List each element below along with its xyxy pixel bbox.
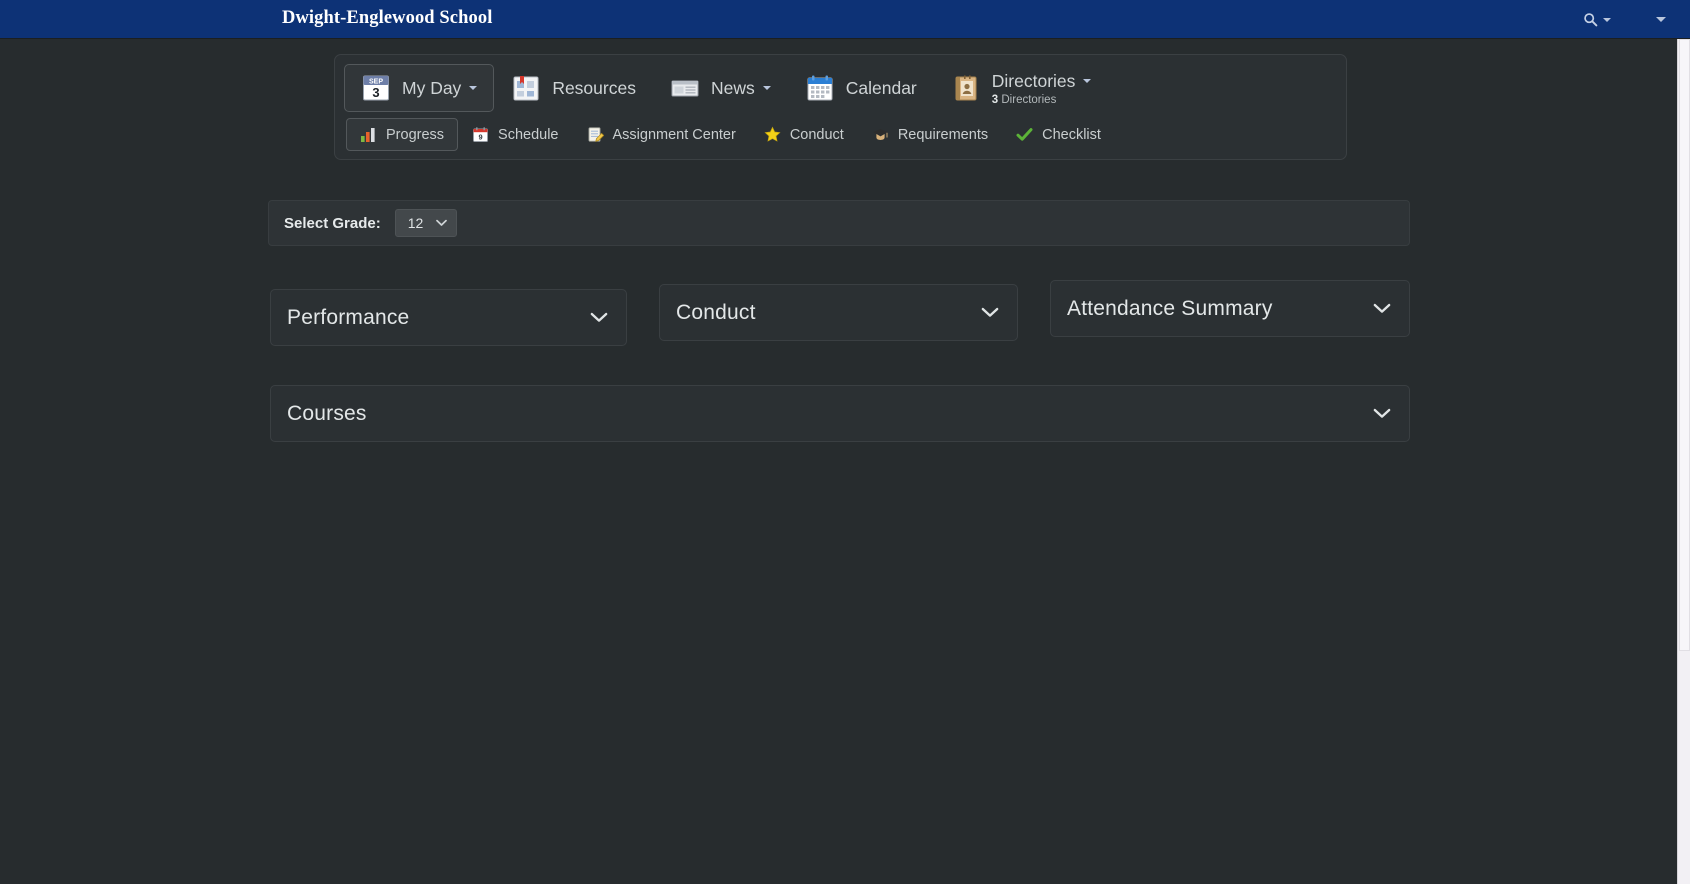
account-chevron-down-icon (1656, 17, 1666, 22)
select-grade-bar: Select Grade: 12 (268, 200, 1410, 246)
performance-chevron-down-icon (590, 312, 608, 322)
page-title: Dwight-Englewood School (282, 8, 493, 28)
directories-chevron-down-icon (1083, 79, 1092, 83)
subnav-label-progress: Progress (386, 126, 445, 143)
panel-courses[interactable]: Courses (270, 385, 1410, 442)
star-icon (764, 126, 781, 142)
brand-bar-actions (1583, 0, 1666, 39)
subnav-item-conduct[interactable]: Conduct (750, 118, 858, 151)
nav-label-my-day: My Day (402, 77, 462, 98)
attendance-summary-chevron-down-icon (1373, 303, 1391, 313)
my-day-chevron-down-icon (469, 86, 478, 90)
panel-title-performance: Performance (287, 305, 410, 329)
main-navigation: SEP 3 My Day Resources News Calendar Dir… (334, 54, 1347, 160)
search-button[interactable] (1583, 12, 1611, 27)
search-chevron-down-icon (1603, 17, 1611, 22)
scrollbar-thumb[interactable] (1679, 39, 1690, 651)
news-chevron-down-icon (762, 86, 771, 90)
nav-item-calendar[interactable]: Calendar (788, 64, 934, 112)
nav-label-calendar: Calendar (845, 77, 917, 98)
top-brand-bar: Dwight-Englewood School (0, 0, 1690, 39)
check-icon (1016, 128, 1033, 141)
vertical-scrollbar[interactable] (1677, 39, 1690, 884)
subnav-label-schedule: Schedule (498, 126, 559, 143)
grade-select-value: 12 (407, 215, 424, 231)
primary-nav: SEP 3 My Day Resources News Calendar Dir… (344, 64, 1337, 112)
calendar-red-icon: 9 (473, 127, 488, 142)
panel-conduct[interactable]: Conduct (659, 284, 1018, 341)
svg-text:9: 9 (478, 133, 482, 142)
calendar-icon (807, 75, 833, 101)
nav-label-resources: Resources (552, 77, 636, 98)
subnav-item-schedule[interactable]: 9 Schedule (458, 118, 572, 151)
calendar-icon-day: 3 (372, 85, 379, 100)
nav-item-my-day[interactable]: SEP 3 My Day (344, 64, 495, 112)
subnav-label-conduct: Conduct (789, 126, 844, 143)
address-book-icon (955, 75, 977, 101)
grade-select[interactable]: 12 (394, 209, 458, 237)
panel-title-conduct: Conduct (676, 300, 756, 324)
nav-item-news[interactable]: News (653, 64, 788, 112)
panel-title-courses: Courses (287, 401, 367, 425)
calendar-day-icon: SEP 3 (363, 75, 389, 101)
select-grade-label: Select Grade: (284, 214, 381, 232)
nav-item-resources[interactable]: Resources (494, 64, 653, 112)
grade-chevron-down-icon (436, 219, 448, 226)
subnav-item-requirements[interactable]: Requirements (858, 118, 1002, 151)
nav-label-directories: Directories (991, 70, 1076, 91)
subnav-item-checklist[interactable]: Checklist (1002, 118, 1115, 151)
resources-grid-icon (513, 76, 539, 101)
bar-chart-icon (361, 128, 375, 142)
nav-item-directories[interactable]: Directories 3 Directories (934, 64, 1109, 112)
panel-performance[interactable]: Performance (270, 289, 627, 346)
subnav-item-progress[interactable]: Progress (346, 118, 459, 151)
notepad-pencil-icon (588, 127, 604, 142)
panel-attendance-summary[interactable]: Attendance Summary (1050, 280, 1410, 337)
subnav-label-assignment-center: Assignment Center (612, 126, 736, 143)
conduct-chevron-down-icon (981, 307, 999, 317)
nav-sub-directories: 3 Directories (992, 94, 1092, 106)
account-menu-button[interactable] (1656, 17, 1666, 22)
secondary-nav: Progress 9 Schedule Assignment Center Co… (344, 118, 1337, 151)
subnav-label-requirements: Requirements (897, 126, 989, 143)
graduation-cap-icon (872, 129, 888, 140)
nav-label-news: News (710, 77, 755, 98)
directories-count: 3 (991, 93, 999, 106)
subnav-label-checklist: Checklist (1042, 126, 1101, 143)
newspaper-icon (671, 80, 699, 97)
subnav-item-assignment-center[interactable]: Assignment Center (573, 118, 750, 151)
search-icon (1584, 13, 1598, 27)
courses-chevron-down-icon (1373, 408, 1391, 418)
directories-count-label: Directories (1001, 93, 1057, 106)
panel-title-attendance-summary: Attendance Summary (1067, 296, 1273, 320)
